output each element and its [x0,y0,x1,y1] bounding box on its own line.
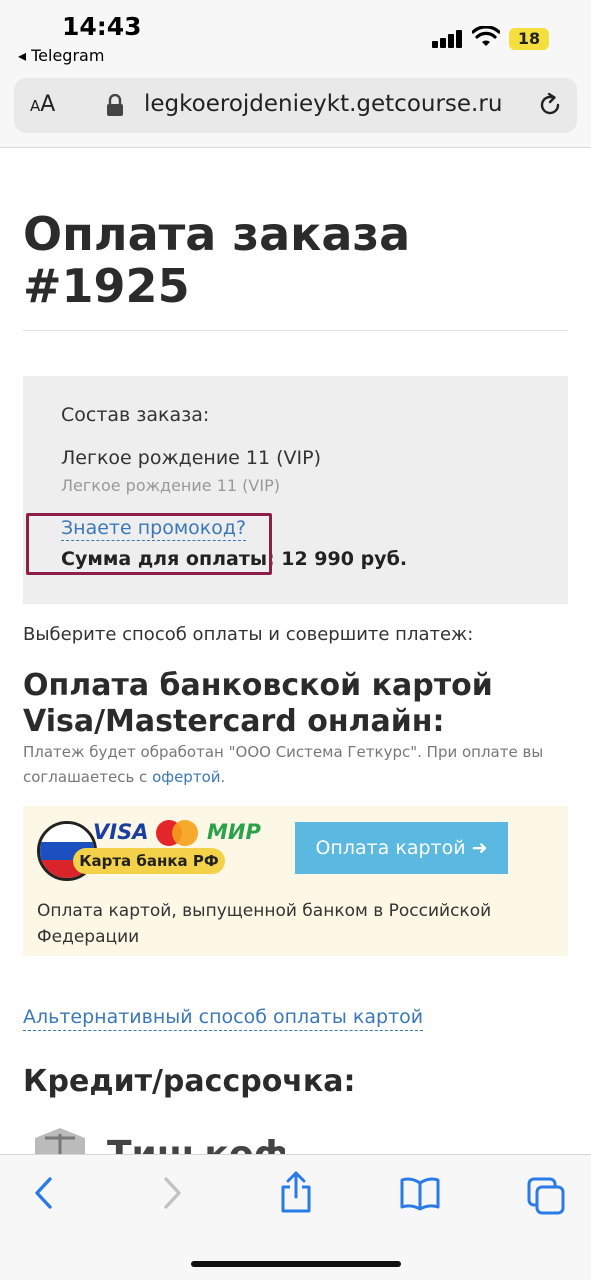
choose-payment-text: Выберите способ оплаты и совершите плате… [23,624,474,645]
card-payment-note-end: . [220,768,226,786]
order-item-subtitle: Легкое рождение 11 (VIP) [61,476,280,495]
order-item-title: Легкое рождение 11 (VIP) [61,447,322,469]
order-summary-box: Состав заказа: Легкое рождение 11 (VIP) … [23,376,568,604]
back-to-telegram-link[interactable]: ◂ Telegram [18,46,104,65]
alternative-card-payment-link[interactable]: Альтернативный способ оплаты картой [23,1004,424,1031]
arrow-right-icon: ➜ [471,837,488,859]
clock: 14:43 [62,12,142,41]
page-title: Оплата заказа #1925 [23,207,411,313]
bookmarks-icon[interactable] [399,1177,441,1211]
card-payment-title: Оплата банковской картой Visa/Mastercard… [23,668,493,739]
cellular-signal-icon [432,30,464,48]
share-icon[interactable] [279,1171,313,1213]
card-payment-note: Платеж будет обработан "ООО Система Гетк… [23,740,568,790]
lock-icon [107,94,123,116]
address-bar[interactable]: AA legkoerojdenieykt.getcourse.ru [14,78,577,133]
url-text[interactable]: legkoerojdenieykt.getcourse.ru [144,91,502,117]
annotation-highlight-frame [26,513,272,575]
card-payment-note-text: Платеж будет обработан "ООО Система Гетк… [23,743,544,786]
visa-logo: VISA [93,820,149,844]
pay-by-card-button[interactable]: Оплата картой ➜ [295,822,508,874]
status-bar: 14:43 ◂ Telegram 18 [0,0,591,72]
text-size-button[interactable]: AA [30,92,55,117]
card-payment-description: Оплата картой, выпущенной банком в Росси… [37,901,492,947]
card-payment-box: VISA МИР Карта банка РФ Оплата картой ➜ … [23,806,568,956]
mir-logo: МИР [207,820,261,844]
reload-icon[interactable] [537,92,563,118]
offer-link[interactable]: офертой [152,768,220,786]
credit-section-title: Кредит/рассрочка: [23,1064,356,1099]
browser-address-area: AA legkoerojdenieykt.getcourse.ru [0,72,591,148]
title-divider [23,330,568,331]
back-icon[interactable] [32,1175,56,1211]
wifi-icon [472,26,500,46]
pay-by-card-label: Оплата картой [315,837,466,859]
home-indicator[interactable] [191,1261,401,1267]
order-composition-label: Состав заказа: [61,404,210,426]
mastercard-logo-icon [156,820,200,846]
sum-value: 12 990 руб. [281,548,408,570]
forward-icon[interactable] [160,1175,184,1211]
russian-bank-card-badge: Карта банка РФ [73,848,225,874]
tabs-icon[interactable] [527,1177,565,1215]
battery-indicator: 18 [509,28,549,50]
